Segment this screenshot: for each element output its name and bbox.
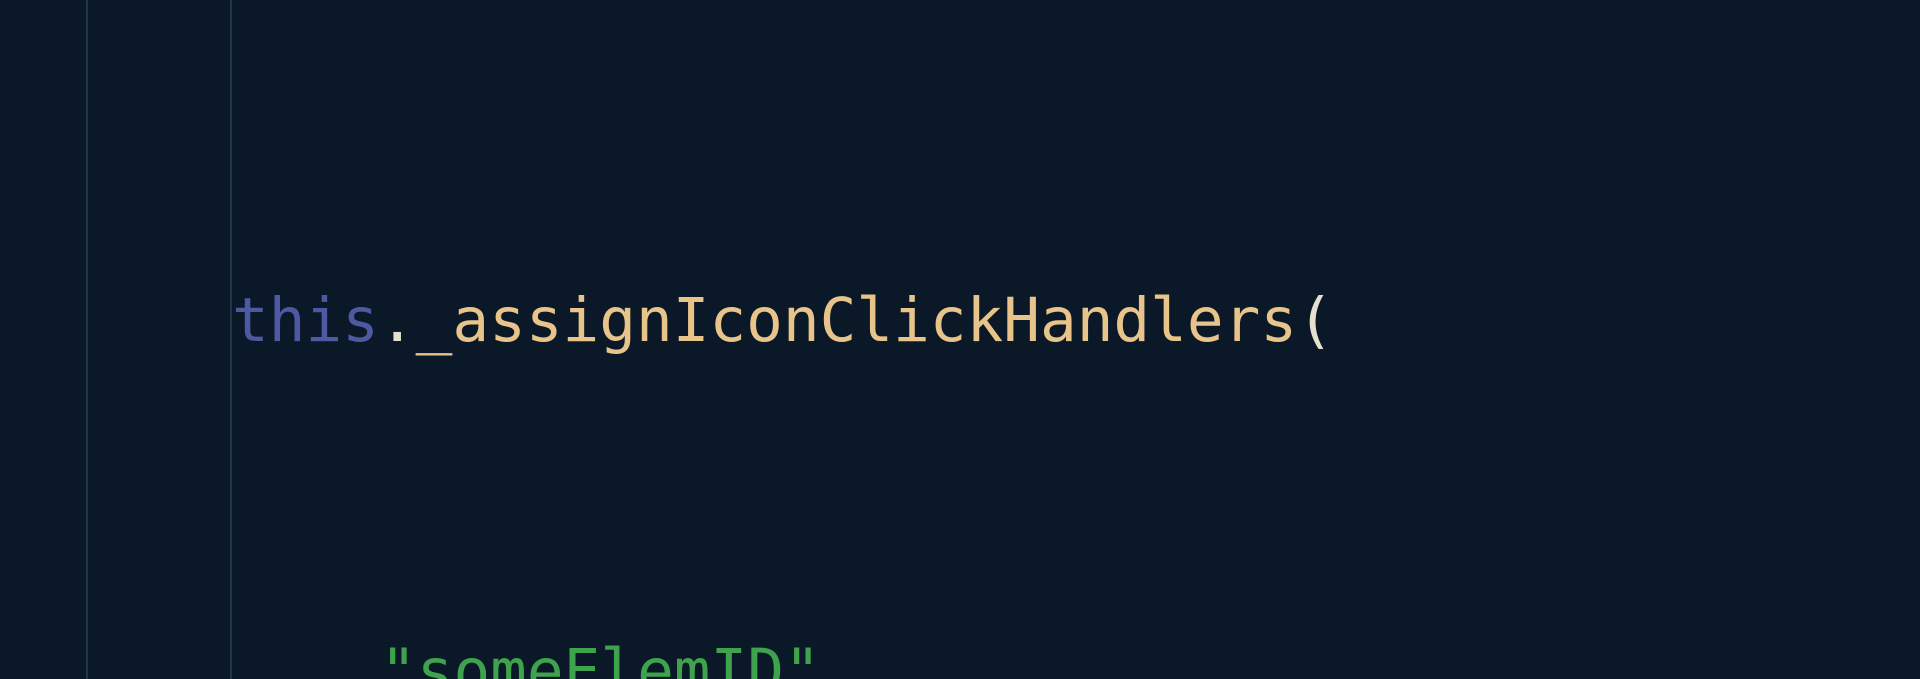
token-string: "someElemID" bbox=[380, 636, 821, 679]
token-keyword-this: this bbox=[232, 285, 379, 356]
token-comma: , bbox=[821, 636, 858, 679]
code-block: this._assignIconClickHandlers( "someElem… bbox=[0, 28, 1372, 679]
code-line: this._assignIconClickHandlers( bbox=[0, 262, 1372, 379]
token-paren-open: ( bbox=[1297, 285, 1334, 356]
token-method: _assignIconClickHandlers bbox=[416, 285, 1297, 356]
token-dot: . bbox=[379, 285, 416, 356]
code-line: "someElemID", bbox=[0, 613, 1372, 679]
code-editor[interactable]: this._assignIconClickHandlers( "someElem… bbox=[0, 0, 1920, 679]
